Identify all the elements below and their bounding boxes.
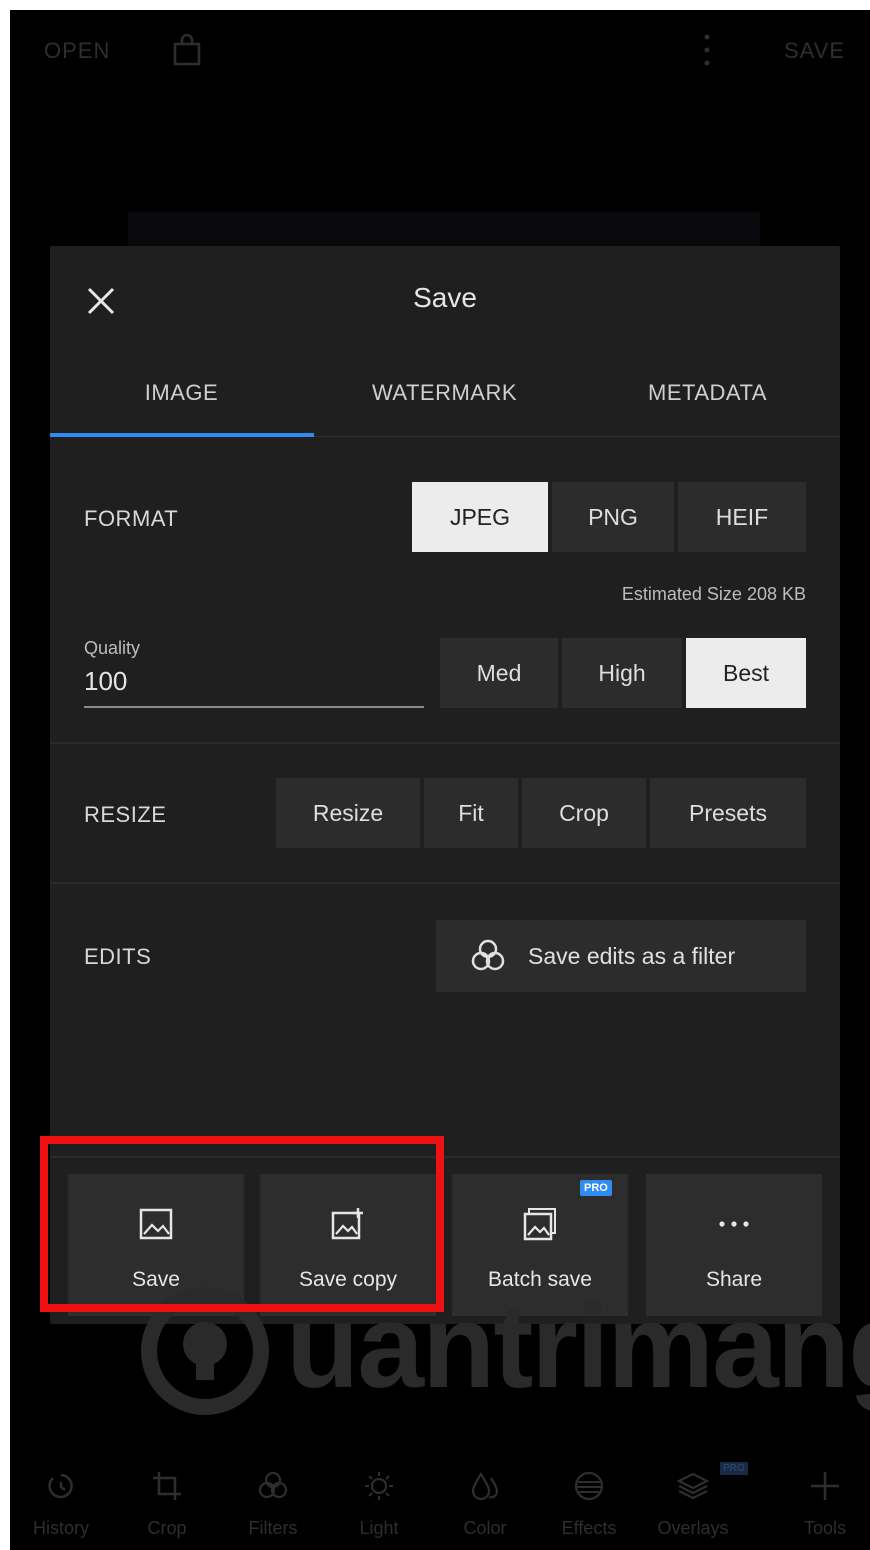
- light-icon: [365, 1472, 393, 1500]
- edits-label: EDITS: [84, 944, 152, 969]
- highlight-box: [40, 1136, 444, 1312]
- tab-bar: IMAGE WATERMARK METADATA: [50, 354, 840, 437]
- format-jpeg-button[interactable]: JPEG: [412, 482, 548, 552]
- quality-underline: [84, 706, 424, 708]
- tool-label: Effects: [561, 1518, 617, 1538]
- save-top-button[interactable]: SAVE: [784, 38, 845, 64]
- tool-history[interactable]: History: [18, 1450, 104, 1550]
- quality-high-button[interactable]: High: [562, 638, 682, 708]
- top-bar: OPEN SAVE: [10, 10, 870, 90]
- tool-label: Crop: [147, 1518, 187, 1538]
- tool-filters[interactable]: Filters: [230, 1450, 316, 1550]
- format-png-button[interactable]: PNG: [552, 482, 674, 552]
- effects-icon: [574, 1471, 604, 1501]
- sheet-title: Save: [413, 282, 477, 313]
- resize-label: RESIZE: [84, 802, 167, 827]
- tab-metadata[interactable]: METADATA: [576, 380, 839, 406]
- fit-button[interactable]: Fit: [424, 778, 518, 848]
- crop-button[interactable]: Crop: [522, 778, 646, 848]
- tool-label: Light: [359, 1518, 399, 1538]
- quality-med-button[interactable]: Med: [440, 638, 558, 708]
- photo-canvas: [128, 212, 760, 246]
- divider: [50, 882, 840, 884]
- tool-effects[interactable]: Effects: [546, 1450, 632, 1550]
- tool-label: Tools: [803, 1518, 847, 1538]
- resize-button[interactable]: Resize: [276, 778, 420, 848]
- tool-label: History: [32, 1518, 89, 1538]
- format-heif-button[interactable]: HEIF: [678, 482, 806, 552]
- divider: [50, 742, 840, 744]
- filters-icon: [471, 939, 505, 971]
- bottom-toolbar: History Crop Filters Light Color Effects…: [10, 1450, 870, 1550]
- tool-color[interactable]: Color: [442, 1450, 528, 1550]
- save-edits-filter-label: Save edits as a filter: [528, 942, 736, 969]
- tool-label: Filters: [248, 1518, 298, 1538]
- tool-tools[interactable]: Tools: [782, 1450, 868, 1550]
- estimated-size: Estimated Size 208 KB: [621, 584, 806, 604]
- quality-input[interactable]: 100: [84, 666, 127, 697]
- tool-label: Color: [463, 1518, 507, 1538]
- color-icon: [471, 1471, 499, 1501]
- quality-best-button[interactable]: Best: [686, 638, 806, 708]
- active-tab-indicator: [50, 433, 314, 437]
- save-edits-filter-button[interactable]: Save edits as a filter: [436, 920, 806, 992]
- tool-label: Overlays: [657, 1518, 729, 1538]
- tab-watermark[interactable]: WATERMARK: [313, 380, 576, 406]
- open-button[interactable]: OPEN: [44, 38, 110, 64]
- batch-image-icon: [523, 1208, 556, 1241]
- history-icon: [48, 1473, 73, 1499]
- more-vertical-icon[interactable]: [704, 32, 710, 68]
- overlays-pro-badge: PRO: [720, 1462, 748, 1475]
- overlays-icon: [677, 1472, 709, 1500]
- crop-icon: [153, 1472, 181, 1500]
- plus-icon: [811, 1472, 839, 1500]
- filters-icon: [258, 1471, 288, 1499]
- presets-button[interactable]: Presets: [650, 778, 806, 848]
- tool-light[interactable]: Light: [336, 1450, 422, 1550]
- app-screen: OPEN SAVE Save IMAGE WATERMARK METADATA …: [10, 10, 870, 1550]
- pro-badge: PRO: [580, 1180, 612, 1196]
- bag-icon[interactable]: [173, 34, 201, 66]
- more-horizontal-icon: [719, 1221, 749, 1227]
- tab-image[interactable]: IMAGE: [50, 380, 313, 406]
- format-label: FORMAT: [84, 506, 179, 531]
- tool-crop[interactable]: Crop: [124, 1450, 210, 1550]
- quality-label: Quality: [84, 638, 141, 658]
